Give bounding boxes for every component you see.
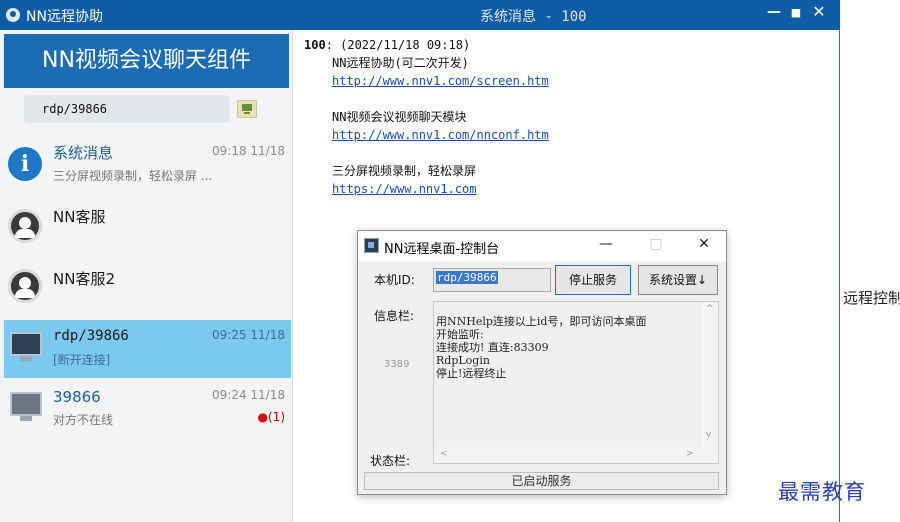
info-icon: i <box>8 147 42 181</box>
contact-preview: [断开连接] <box>53 353 111 367</box>
contact-time: 09:25 11/18 <box>212 328 285 342</box>
message-link[interactable]: https://www.nnv1.com <box>332 182 477 196</box>
contact-name: 系统消息 <box>53 144 114 162</box>
info-textarea[interactable]: 用NNHelp连接以上id号，即可访问本桌面 开始监听: 连接成功! 直连:83… <box>433 301 719 464</box>
dialog-title: NN远程桌面-控制台 <box>384 242 500 257</box>
status-bar: 已启动服务 <box>364 472 719 490</box>
scroll-right-icon[interactable]: > <box>686 449 694 459</box>
dialog-minimize-button[interactable]: — <box>596 236 616 252</box>
message-id: 100 <box>304 38 326 52</box>
contact-preview: 三分屏视频录制，轻松录屏 ... <box>53 169 213 183</box>
contact-name: NN客服2 <box>53 270 115 288</box>
port-value: 3389 <box>384 359 410 370</box>
customer-service-icon <box>8 209 42 243</box>
customer-service-icon <box>8 269 42 303</box>
console-dialog: NN远程桌面-控制台 — □ ✕ 本机ID: rdp/39866 停止服务 系统… <box>357 230 727 495</box>
message-date: : (2022/11/18 09:18) <box>325 38 471 52</box>
window-title: 系统消息 - 100 <box>480 9 587 25</box>
dialog-title-bar[interactable]: NN远程桌面-控制台 — □ ✕ <box>358 231 726 261</box>
info-label: 信息栏: <box>374 309 415 323</box>
remote-screen-icon[interactable] <box>237 100 257 118</box>
message-header: 100: (2022/11/18 09:18) <box>304 38 470 52</box>
app-logo-icon <box>6 8 20 22</box>
app-title: NN远程协助 <box>26 9 103 25</box>
message-line: NN视频会议视频聊天模块 <box>332 110 467 124</box>
red-dot-icon: ● <box>257 410 268 424</box>
monitor-icon <box>10 332 42 361</box>
watermark: 最需教育 <box>778 480 866 504</box>
contact-time: 09:24 11/18 <box>212 388 285 402</box>
system-settings-button[interactable]: 系统设置↓ <box>638 265 718 295</box>
id-value: rdp/39866 <box>436 271 498 284</box>
contact-sidebar: NN视频会议聊天组件 rdp/39866 i 系统消息 09:18 11/18 … <box>0 30 293 522</box>
contact-item-39866[interactable]: 39866 09:24 11/18 对方不在线 ●(1) <box>4 380 291 438</box>
message-link[interactable]: http://www.nnv1.com/nnconf.htm <box>332 128 549 142</box>
contact-item-system-message[interactable]: i 系统消息 09:18 11/18 三分屏视频录制，轻松录屏 ... <box>4 136 291 194</box>
dialog-maximize-button[interactable]: □ <box>646 236 666 252</box>
maximize-button[interactable]: ■ <box>788 6 804 19</box>
monitor-icon <box>10 392 42 421</box>
contact-name: NN客服 <box>53 208 106 226</box>
dialog-close-button[interactable]: ✕ <box>694 236 714 252</box>
remote-desktop-icon <box>364 238 379 253</box>
unread-badge: ●(1) <box>258 410 285 424</box>
status-label: 状态栏: <box>370 454 411 468</box>
banner: NN视频会议聊天组件 <box>4 34 289 88</box>
horizontal-scrollbar[interactable]: < > <box>434 447 718 463</box>
contact-item-rdp[interactable]: rdp/39866 09:25 11/18 [断开连接] <box>4 320 291 378</box>
close-button[interactable]: ✕ <box>811 2 827 21</box>
contact-name: 39866 <box>53 388 101 406</box>
message-line: 三分屏视频录制，轻松录屏 <box>332 164 477 178</box>
background-text: 远程控制 <box>843 289 900 307</box>
contact-item-nn-support-2[interactable]: NN客服2 <box>4 258 291 316</box>
scroll-down-icon[interactable]: v <box>706 430 711 440</box>
vertical-scrollbar[interactable]: ^ v <box>702 302 718 447</box>
minimize-button[interactable]: — <box>766 4 782 20</box>
message-line: NN远程协助(可二次开发) <box>332 56 469 70</box>
contact-item-nn-support[interactable]: NN客服 <box>4 198 291 256</box>
unread-count: (1) <box>268 410 285 424</box>
message-link[interactable]: http://www.nnv1.com/screen.htm <box>332 74 549 88</box>
scroll-left-icon[interactable]: < <box>440 449 448 459</box>
contact-time: 09:18 11/18 <box>212 144 285 158</box>
contact-name: rdp/39866 <box>53 328 129 344</box>
id-field[interactable]: rdp/39866 <box>433 268 551 292</box>
stop-service-button[interactable]: 停止服务 <box>555 265 631 295</box>
id-label: 本机ID: <box>374 273 415 287</box>
search-input[interactable]: rdp/39866 <box>24 95 229 123</box>
info-text: 用NNHelp连接以上id号，即可访问本桌面 开始监听: 连接成功! 直连:83… <box>436 315 647 380</box>
title-bar[interactable]: NN远程协助 系统消息 - 100 — ■ ✕ <box>0 0 840 30</box>
scroll-up-icon[interactable]: ^ <box>706 304 714 314</box>
contact-preview: 对方不在线 <box>53 413 114 427</box>
